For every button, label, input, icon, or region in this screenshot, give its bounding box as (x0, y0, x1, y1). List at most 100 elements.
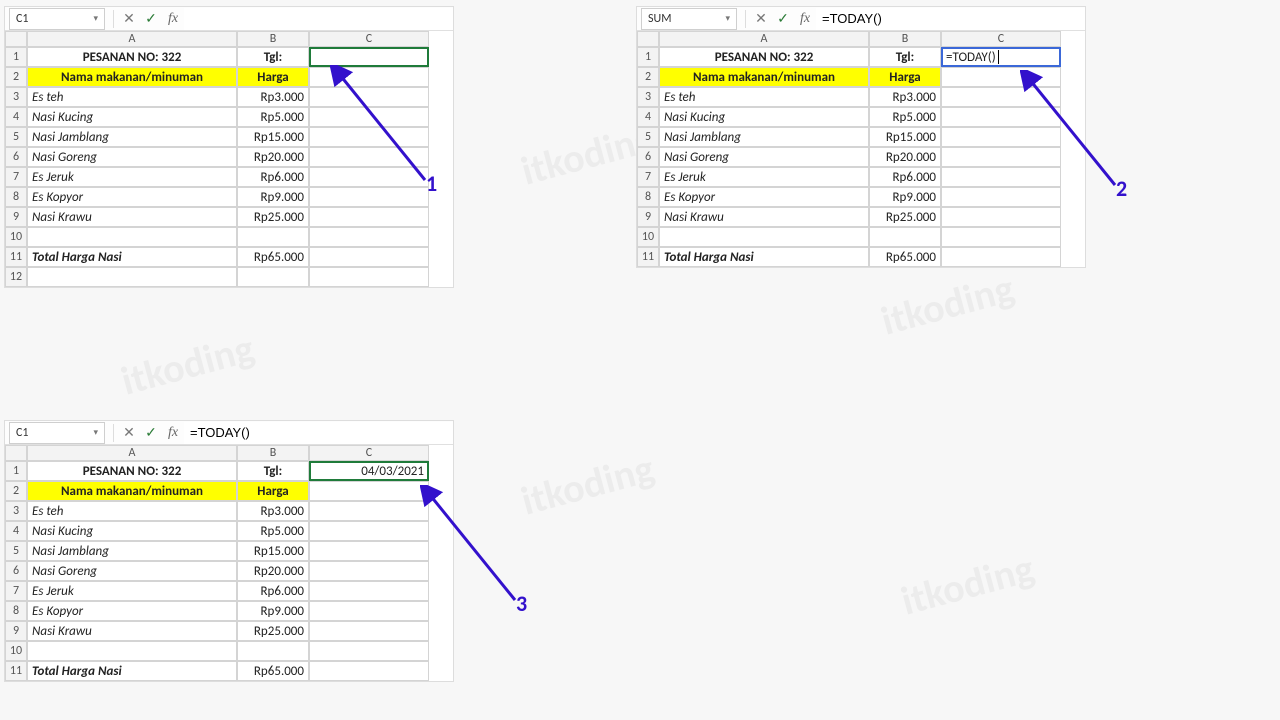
cell[interactable]: Rp65.000 (869, 247, 941, 267)
cell[interactable]: Harga (237, 67, 309, 87)
formula-input[interactable] (184, 8, 453, 30)
col-header[interactable]: B (237, 31, 309, 47)
cell[interactable]: Nasi Goreng (659, 147, 869, 167)
cell[interactable] (309, 581, 429, 601)
cell[interactable] (309, 207, 429, 227)
row-header[interactable]: 6 (637, 147, 659, 167)
row-header[interactable]: 11 (5, 247, 27, 267)
cell[interactable] (309, 561, 429, 581)
cancel-icon[interactable]: ✕ (118, 422, 140, 444)
row-header[interactable]: 5 (637, 127, 659, 147)
cell[interactable]: Nasi Kucing (27, 521, 237, 541)
cell[interactable] (309, 621, 429, 641)
cell[interactable] (237, 641, 309, 661)
cell[interactable]: Rp3.000 (237, 87, 309, 107)
row-header[interactable]: 1 (5, 47, 27, 67)
cell[interactable]: Nasi Jamblang (659, 127, 869, 147)
cell[interactable]: Rp25.000 (237, 207, 309, 227)
cell[interactable]: Es teh (659, 87, 869, 107)
row-header[interactable]: 12 (5, 267, 27, 287)
cell[interactable] (869, 227, 941, 247)
col-header[interactable]: A (659, 31, 869, 47)
name-box[interactable]: SUM ▾ (641, 8, 737, 30)
col-header[interactable]: A (27, 31, 237, 47)
cell[interactable]: Rp5.000 (869, 107, 941, 127)
row-header[interactable]: 4 (5, 107, 27, 127)
cell[interactable]: Rp9.000 (869, 187, 941, 207)
row-header[interactable]: 3 (637, 87, 659, 107)
cell[interactable] (309, 661, 429, 681)
row-header[interactable]: 9 (5, 621, 27, 641)
cell[interactable] (27, 227, 237, 247)
cell[interactable] (309, 267, 429, 287)
cell[interactable]: Es teh (27, 501, 237, 521)
cell[interactable]: Es Jeruk (27, 581, 237, 601)
cell[interactable]: Rp15.000 (869, 127, 941, 147)
cell[interactable]: Es Jeruk (659, 167, 869, 187)
cell[interactable] (941, 247, 1061, 267)
row-header[interactable]: 2 (5, 481, 27, 501)
row-header[interactable]: 9 (5, 207, 27, 227)
row-header[interactable]: 3 (5, 501, 27, 521)
row-header[interactable]: 6 (5, 561, 27, 581)
col-header[interactable]: C (941, 31, 1061, 47)
cell[interactable]: Rp25.000 (237, 621, 309, 641)
cell[interactable]: Rp15.000 (237, 127, 309, 147)
enter-icon[interactable]: ✓ (772, 8, 794, 30)
cell[interactable]: Es teh (27, 87, 237, 107)
cell[interactable]: Es Jeruk (27, 167, 237, 187)
cell[interactable]: Rp3.000 (869, 87, 941, 107)
row-header[interactable]: 7 (5, 167, 27, 187)
cancel-icon[interactable]: ✕ (750, 8, 772, 30)
cell[interactable]: Nasi Krawu (27, 621, 237, 641)
name-box[interactable]: C1 ▾ (9, 8, 105, 30)
cell[interactable]: Rp25.000 (869, 207, 941, 227)
cell[interactable]: Rp15.000 (237, 541, 309, 561)
cell[interactable]: Nama makanan/minuman (27, 481, 237, 501)
cell[interactable] (237, 227, 309, 247)
cell[interactable]: Nasi Jamblang (27, 127, 237, 147)
cell[interactable]: Nasi Kucing (27, 107, 237, 127)
cell[interactable]: Nama makanan/minuman (27, 67, 237, 87)
row-header[interactable]: 10 (5, 641, 27, 661)
cell[interactable]: PESANAN NO: 322 (27, 461, 237, 481)
select-all-corner[interactable] (5, 445, 27, 461)
col-header[interactable]: B (869, 31, 941, 47)
cancel-icon[interactable]: ✕ (118, 8, 140, 30)
cell[interactable]: Total Harga Nasi (27, 661, 237, 681)
spreadsheet-grid[interactable]: A B C 1 PESANAN NO: 322 Tgl: =TODAY() 2 … (637, 31, 1085, 267)
formula-input[interactable] (184, 422, 453, 444)
enter-icon[interactable]: ✓ (140, 422, 162, 444)
formula-input[interactable] (816, 8, 1085, 30)
cell[interactable] (27, 267, 237, 287)
cell[interactable]: Nasi Goreng (27, 147, 237, 167)
cell[interactable]: Nasi Jamblang (27, 541, 237, 561)
row-header[interactable]: 10 (637, 227, 659, 247)
row-header[interactable]: 6 (5, 147, 27, 167)
spreadsheet-grid[interactable]: A B C 1 PESANAN NO: 322 Tgl: 04/03/2021 … (5, 445, 453, 681)
row-header[interactable]: 4 (5, 521, 27, 541)
fx-icon[interactable]: fx (162, 8, 184, 30)
name-box[interactable]: C1 ▾ (9, 422, 105, 444)
fx-icon[interactable]: fx (162, 422, 184, 444)
cell[interactable] (941, 227, 1061, 247)
cell[interactable] (309, 481, 429, 501)
cell[interactable]: Rp6.000 (237, 167, 309, 187)
select-all-corner[interactable] (5, 31, 27, 47)
cell[interactable] (309, 541, 429, 561)
cell[interactable]: Total Harga Nasi (27, 247, 237, 267)
row-header[interactable]: 10 (5, 227, 27, 247)
cell[interactable]: Es Kopyor (659, 187, 869, 207)
row-header[interactable]: 1 (5, 461, 27, 481)
col-header[interactable]: C (309, 445, 429, 461)
row-header[interactable]: 4 (637, 107, 659, 127)
cell[interactable]: Rp65.000 (237, 247, 309, 267)
cell[interactable]: Nasi Goreng (27, 561, 237, 581)
cell[interactable]: Rp3.000 (237, 501, 309, 521)
cell[interactable]: Tgl: (237, 47, 309, 67)
cell[interactable] (659, 227, 869, 247)
cell[interactable]: Nasi Krawu (27, 207, 237, 227)
row-header[interactable]: 2 (5, 67, 27, 87)
cell[interactable]: Rp5.000 (237, 107, 309, 127)
cell[interactable]: Es Kopyor (27, 601, 237, 621)
